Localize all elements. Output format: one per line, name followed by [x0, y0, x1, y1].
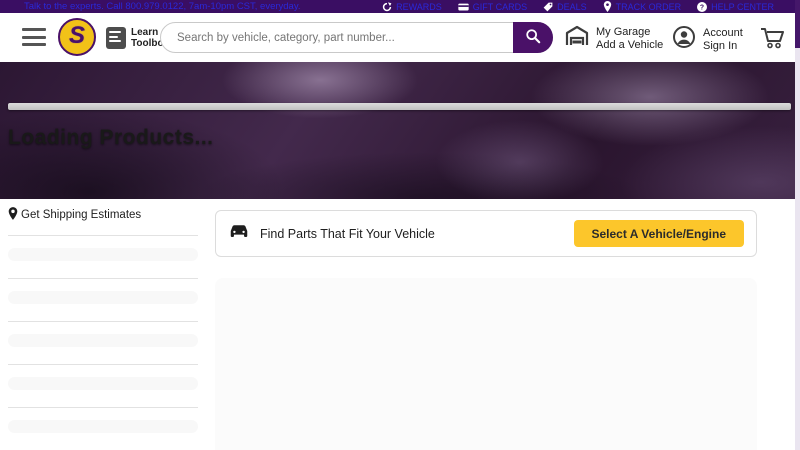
loading-progress-bar — [8, 103, 791, 110]
gift-cards-icon — [458, 2, 469, 12]
main-panel: Find Parts That Fit Your Vehicle Select … — [215, 199, 757, 450]
top-links: REWARDS GIFT CARDS DEALS TRACK ORDER ? H… — [382, 1, 774, 12]
sidebar-skeleton-row — [8, 377, 198, 390]
shipping-estimates-label: Get Shipping Estimates — [21, 209, 141, 221]
brand-logo[interactable]: S — [58, 18, 96, 56]
track-order-label: TRACK ORDER — [616, 2, 682, 12]
rewards-label: REWARDS — [396, 2, 442, 12]
deals-icon — [543, 2, 553, 12]
fit-parts-label: Find Parts That Fit Your Vehicle — [260, 227, 435, 241]
account-sign-in-button[interactable]: Account Sign In — [672, 25, 743, 54]
filters-sidebar: Get Shipping Estimates — [8, 199, 198, 450]
learn-toolbox-icon[interactable] — [106, 27, 126, 49]
garage-icon — [565, 25, 589, 52]
add-vehicle-label: Add a Vehicle — [596, 39, 663, 52]
my-garage-button[interactable]: My Garage Add a Vehicle — [565, 25, 663, 52]
sidebar-skeleton-row — [8, 334, 198, 347]
my-garage-label: My Garage — [596, 26, 663, 39]
track-order-icon — [603, 1, 612, 12]
car-icon — [228, 223, 250, 244]
top-utility-bar: Talk to the experts. Call 800.979.0122, … — [0, 0, 800, 13]
help-center-icon: ? — [697, 2, 707, 12]
shipping-estimates-toggle[interactable]: Get Shipping Estimates — [8, 207, 198, 223]
search-bar — [160, 22, 553, 53]
search-button[interactable] — [513, 22, 553, 53]
content-area: Get Shipping Estimates Find Parts That F… — [0, 199, 800, 450]
cart-button[interactable] — [760, 27, 786, 54]
cart-icon — [760, 36, 786, 53]
sidebar-skeleton-row — [8, 248, 198, 261]
hero-banner: Loading Products... — [0, 62, 800, 199]
svg-text:?: ? — [700, 4, 704, 11]
gift-cards-link[interactable]: GIFT CARDS — [458, 2, 527, 12]
help-center-label: HELP CENTER — [711, 2, 774, 12]
sidebar-divider — [8, 278, 198, 279]
track-order-link[interactable]: TRACK ORDER — [603, 1, 682, 12]
sidebar-divider — [8, 235, 198, 236]
deals-label: DEALS — [557, 2, 587, 12]
select-vehicle-engine-button[interactable]: Select A Vehicle/Engine — [574, 220, 745, 247]
sign-in-label: Sign In — [703, 40, 743, 53]
scrollbar-thumb[interactable] — [795, 0, 800, 48]
gift-cards-label: GIFT CARDS — [473, 2, 527, 12]
loading-products-text: Loading Products... — [8, 126, 214, 150]
account-label: Account — [703, 27, 743, 40]
scrollbar-track[interactable] — [795, 0, 800, 450]
vehicle-fit-card: Find Parts That Fit Your Vehicle Select … — [215, 210, 757, 257]
sidebar-divider — [8, 321, 198, 322]
search-icon — [525, 28, 541, 47]
site-header: S Learn Toolbo: My Garage Add a Vehicle … — [0, 13, 800, 62]
deals-link[interactable]: DEALS — [543, 2, 587, 12]
sidebar-skeleton-row — [8, 420, 198, 433]
help-center-link[interactable]: ? HELP CENTER — [697, 2, 774, 12]
sidebar-divider — [8, 364, 198, 365]
rewards-link[interactable]: REWARDS — [382, 2, 442, 12]
search-input[interactable] — [160, 22, 553, 53]
sidebar-skeleton-row — [8, 291, 198, 304]
sidebar-divider — [8, 407, 198, 408]
account-icon — [672, 25, 696, 54]
rewards-icon — [382, 2, 392, 12]
menu-hamburger-icon[interactable] — [22, 28, 46, 46]
phone-promo-link[interactable]: Talk to the experts. Call 800.979.0122, … — [24, 1, 301, 12]
products-loading-skeleton — [215, 278, 757, 450]
page: Talk to the experts. Call 800.979.0122, … — [0, 0, 800, 450]
location-pin-icon — [8, 207, 18, 223]
logo-letter: S — [69, 24, 85, 48]
